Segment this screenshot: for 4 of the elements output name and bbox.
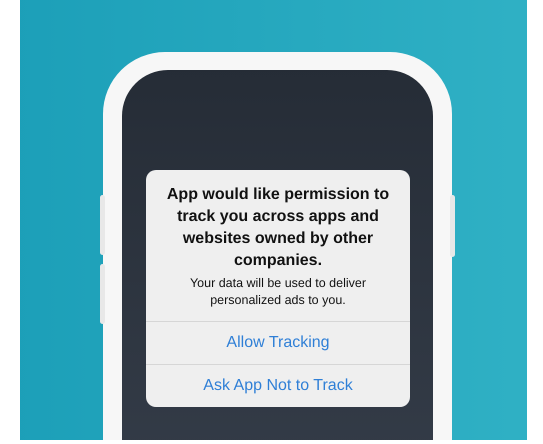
dialog-button[interactable]: Allow Tracking [146, 321, 410, 364]
dialog-button[interactable]: Ask App Not to Track [146, 364, 410, 407]
dialog-title: App would like permission to track you across apps and websites owned by other companies. [166, 185, 390, 271]
dialog-message: Your data will be used to deliver personalized ads to you. [188, 275, 368, 309]
